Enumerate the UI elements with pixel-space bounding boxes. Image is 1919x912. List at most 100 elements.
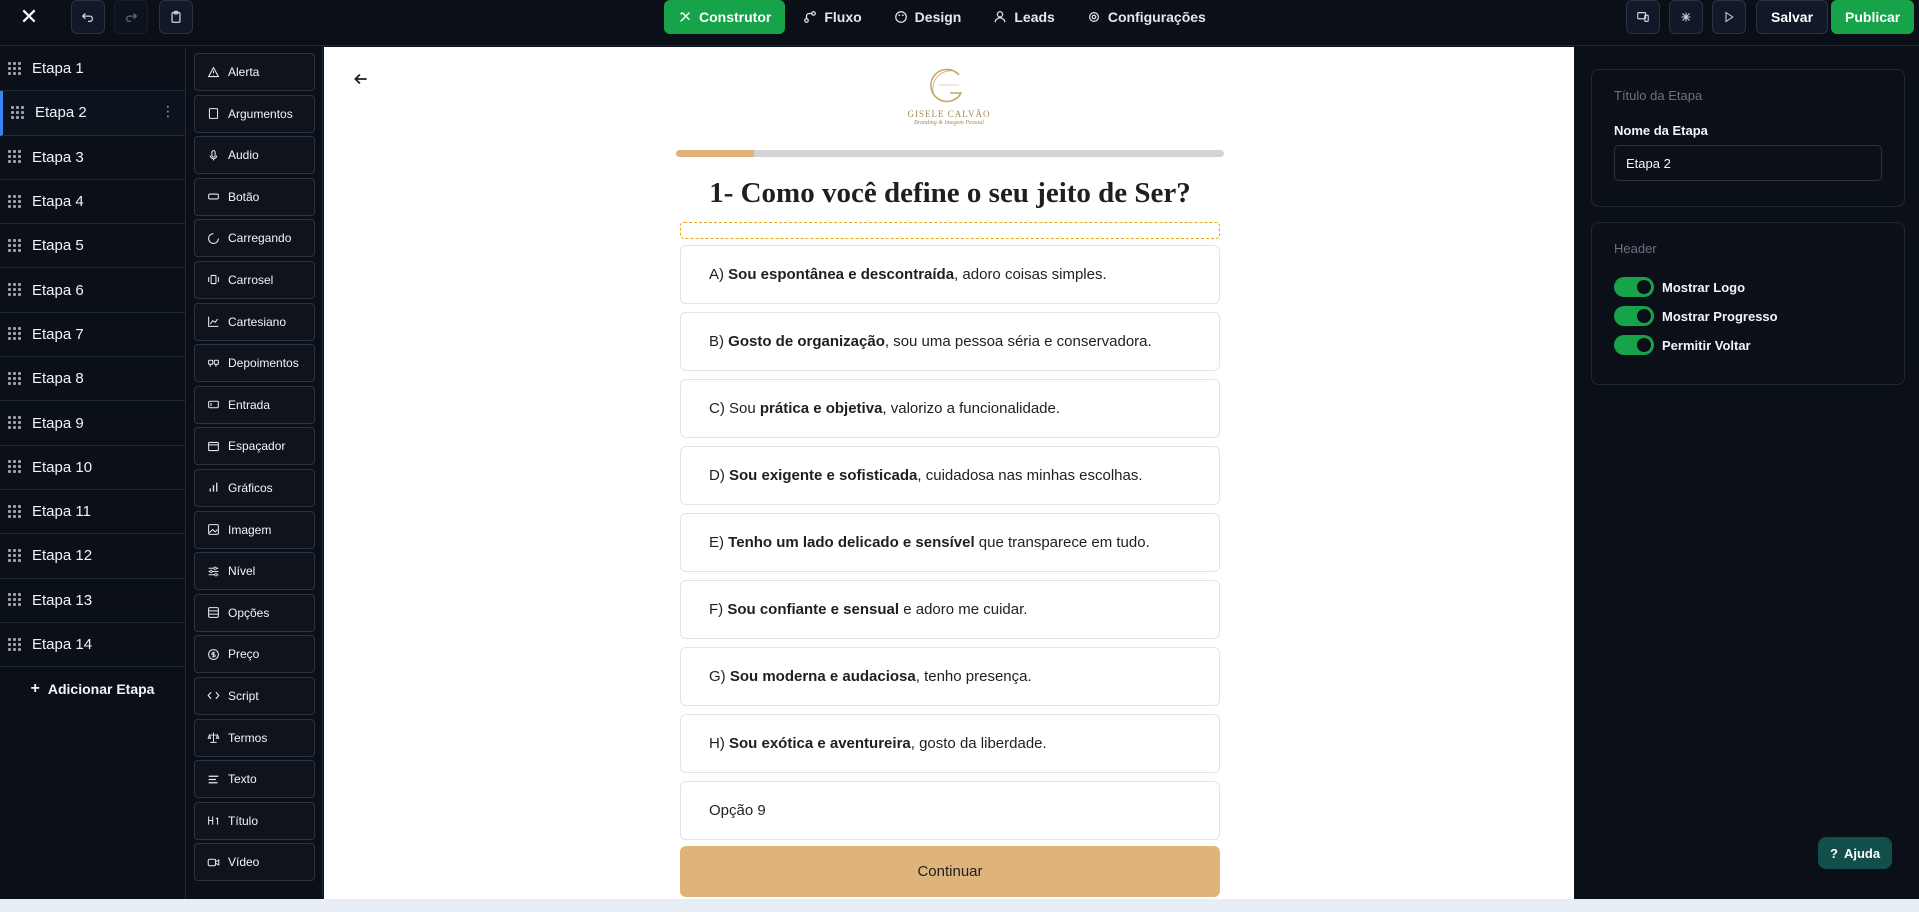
device-preview-icon[interactable] bbox=[1626, 0, 1660, 34]
publish-button[interactable]: Publicar bbox=[1831, 0, 1915, 34]
dollar-icon bbox=[208, 648, 219, 660]
component-item[interactable]: Botão bbox=[194, 177, 315, 216]
step-item[interactable]: Etapa 4 bbox=[0, 180, 185, 225]
drag-handle-icon[interactable] bbox=[8, 504, 22, 519]
help-button[interactable]: ? Ajuda bbox=[1818, 837, 1893, 869]
component-item[interactable]: Nível bbox=[194, 552, 315, 591]
drag-handle-icon[interactable] bbox=[8, 460, 22, 474]
clipboard-icon[interactable] bbox=[159, 0, 193, 34]
component-item[interactable]: Imagem bbox=[194, 510, 315, 549]
component-item[interactable]: Vídeo bbox=[194, 843, 315, 882]
component-item[interactable]: Audio bbox=[194, 136, 315, 175]
drag-handle-icon[interactable] bbox=[8, 371, 22, 386]
step-item[interactable]: Etapa 2 ⋮ bbox=[0, 91, 185, 136]
builder-icon bbox=[680, 12, 690, 22]
answer-option[interactable]: E) Tenho um lado delicado e sensível que… bbox=[680, 513, 1220, 572]
option-emphasis: Sou confiante e sensual bbox=[727, 601, 900, 618]
step-item[interactable]: Etapa 3 bbox=[0, 136, 185, 180]
play-icon[interactable] bbox=[1712, 0, 1746, 34]
answer-option[interactable]: D) Sou exigente e sofisticada, cuidadosa… bbox=[680, 446, 1220, 505]
answer-option[interactable]: Opção 9 bbox=[680, 781, 1220, 840]
tab-leads[interactable]: Leads bbox=[979, 0, 1068, 34]
more-options-icon[interactable]: ⋮ bbox=[161, 104, 175, 118]
step-title-card: Título da Etapa Nome da Etapa Etapa 2 bbox=[1591, 69, 1905, 207]
component-item[interactable]: Espaçador bbox=[194, 427, 315, 466]
step-item[interactable]: Etapa 10 bbox=[0, 446, 185, 490]
plus-icon: + bbox=[30, 680, 40, 698]
continue-button[interactable]: Continuar bbox=[680, 846, 1220, 897]
step-item[interactable]: Etapa 11 bbox=[0, 490, 185, 535]
show-progress-toggle[interactable] bbox=[1614, 306, 1654, 326]
close-icon[interactable]: ✕ bbox=[10, 0, 48, 34]
mic-icon bbox=[209, 149, 218, 161]
step-name-input[interactable]: Etapa 2 bbox=[1614, 145, 1882, 181]
undo-icon[interactable] bbox=[71, 0, 105, 34]
user-icon bbox=[994, 11, 1006, 23]
answer-option[interactable]: A) Sou espontânea e descontraída, adoro … bbox=[680, 245, 1220, 304]
option-rest: , sou uma pessoa séria e conservadora. bbox=[884, 333, 1152, 350]
step-item[interactable]: Etapa 13 bbox=[0, 579, 185, 623]
component-item[interactable]: Cartesiano bbox=[194, 302, 315, 341]
step-item[interactable]: Etapa 14 bbox=[0, 623, 185, 668]
answer-option[interactable]: B) Gosto de organização, sou uma pessoa … bbox=[680, 312, 1220, 371]
redo-icon[interactable] bbox=[114, 0, 148, 34]
component-item[interactable]: Depoimentos bbox=[194, 344, 315, 383]
drag-handle-icon[interactable] bbox=[11, 105, 25, 120]
back-arrow-icon[interactable] bbox=[352, 70, 370, 88]
drag-handle-icon[interactable] bbox=[8, 637, 22, 652]
answer-option[interactable]: H) Sou exótica e aventureira, gosto da l… bbox=[680, 714, 1220, 773]
video-icon bbox=[207, 858, 220, 867]
step-item[interactable]: Etapa 9 bbox=[0, 401, 185, 446]
drag-handle-icon[interactable] bbox=[8, 150, 22, 164]
component-item[interactable]: Gráficos bbox=[194, 468, 315, 507]
option-rest: , tenho presença. bbox=[915, 668, 1032, 685]
option-prefix: A) bbox=[709, 266, 729, 283]
step-item[interactable]: Etapa 7 bbox=[0, 313, 185, 358]
component-item[interactable]: Carregando bbox=[194, 219, 315, 258]
option-emphasis: Tenho um lado delicado e sensível bbox=[728, 534, 975, 551]
component-item[interactable]: Alerta bbox=[194, 53, 315, 91]
answer-option[interactable]: G) Sou moderna e audaciosa, tenho presen… bbox=[680, 647, 1220, 706]
step-item[interactable]: Etapa 8 bbox=[0, 357, 185, 402]
integrations-icon[interactable] bbox=[1669, 0, 1703, 34]
tab-design[interactable]: Design bbox=[880, 0, 976, 34]
card-title: Título da Etapa bbox=[1614, 88, 1703, 103]
add-step-button[interactable]: + Adicionar Etapa bbox=[0, 667, 185, 711]
component-item[interactable]: Título bbox=[194, 801, 315, 840]
save-button[interactable]: Salvar bbox=[1756, 0, 1829, 34]
drag-handle-icon[interactable] bbox=[8, 194, 22, 209]
component-item[interactable]: Termos bbox=[194, 718, 315, 757]
component-item[interactable]: Entrada bbox=[194, 385, 315, 424]
component-item[interactable]: Script bbox=[194, 676, 315, 715]
drop-zone[interactable] bbox=[680, 222, 1220, 239]
tab-fluxo[interactable]: Fluxo bbox=[789, 0, 875, 34]
allow-back-toggle[interactable] bbox=[1614, 335, 1654, 355]
step-item[interactable]: Etapa 5 bbox=[0, 224, 185, 269]
sliders-icon bbox=[208, 566, 219, 576]
toggle-row-back: Permitir Voltar bbox=[1614, 334, 1882, 356]
drag-handle-icon[interactable] bbox=[8, 283, 22, 297]
drag-handle-icon[interactable] bbox=[8, 327, 22, 341]
drag-handle-icon[interactable] bbox=[8, 593, 22, 607]
drag-handle-icon[interactable] bbox=[8, 416, 22, 430]
component-item[interactable]: Texto bbox=[194, 760, 315, 799]
drag-handle-icon[interactable] bbox=[8, 238, 22, 253]
component-item[interactable]: Preço bbox=[194, 635, 315, 674]
step-item[interactable]: Etapa 1 bbox=[0, 47, 185, 92]
step-item[interactable]: Etapa 12 bbox=[0, 534, 185, 579]
component-item[interactable]: Argumentos bbox=[194, 94, 315, 133]
tab-configuracoes[interactable]: Configurações bbox=[1073, 0, 1220, 34]
show-logo-toggle[interactable] bbox=[1614, 277, 1654, 297]
answer-option[interactable]: C) Sou prática e objetiva, valorizo a fu… bbox=[680, 379, 1220, 438]
tab-construtor[interactable]: Construtor bbox=[664, 0, 786, 34]
component-item[interactable]: Carrosel bbox=[194, 260, 315, 299]
component-item[interactable]: Opções bbox=[194, 593, 315, 632]
step-item[interactable]: Etapa 6 bbox=[0, 268, 185, 313]
component-label: Termos bbox=[228, 730, 268, 745]
answer-option[interactable]: F) Sou confiante e sensual e adoro me cu… bbox=[680, 580, 1220, 639]
code-icon bbox=[207, 692, 220, 700]
drag-handle-icon[interactable] bbox=[8, 548, 22, 563]
option-text: G) Sou moderna e audaciosa, tenho presen… bbox=[709, 668, 1032, 685]
drag-handle-icon[interactable] bbox=[8, 61, 22, 76]
tab-label: Configurações bbox=[1107, 9, 1206, 25]
